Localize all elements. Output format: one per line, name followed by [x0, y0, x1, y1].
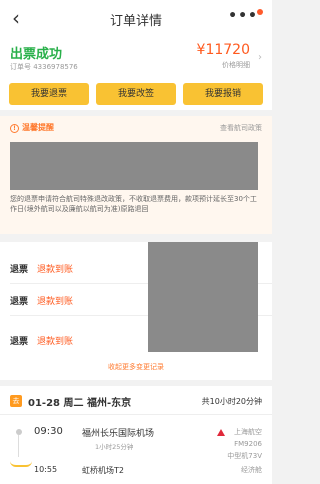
nav-bar: ‹ 订单详情 •••	[0, 0, 272, 38]
notification-dot	[257, 9, 263, 15]
arrival-time: 10:55	[34, 465, 58, 474]
notice-title: 温馨提醒	[22, 123, 54, 132]
refund-row-label: 退票	[10, 265, 29, 275]
notice-text: 您的退票申请符合航司特殊退改政策，不收取退票费用，款项预计延长至30个工作日(境…	[10, 195, 257, 213]
refund-row-label: 退票	[10, 337, 29, 347]
refund-row-status: 退款到账	[37, 337, 74, 347]
more-icon[interactable]: •••	[228, 8, 258, 24]
refund-row-status: 退款到账	[37, 265, 74, 275]
arrival-airport: 虹桥机场T2	[82, 466, 124, 475]
ticket-status: 出票成功	[10, 47, 63, 62]
flight-route: 01-28 周二 福州-东京	[28, 398, 132, 409]
departure-time: 09:30	[34, 426, 63, 437]
aircraft-type: 中型机73V	[227, 452, 262, 460]
refund-button[interactable]: 我要退票	[9, 83, 89, 105]
airline-name: 上海航空	[234, 428, 262, 436]
refund-records: 退票 退款到账 退票 退款到账 退票 退款到账 收起更多变更记录	[0, 242, 272, 380]
plane-icon	[10, 461, 32, 467]
notice-card: ! 温馨提醒 查看航司政策 您的退票申请符合航司特殊退改政策，不收取退票费用，款…	[0, 116, 272, 234]
flight-duration: 共10小时20分钟	[201, 397, 262, 406]
flight-number: FM9206	[234, 440, 262, 448]
chevron-right-icon[interactable]: ›	[258, 52, 262, 63]
divider	[0, 414, 272, 415]
refund-row-label: 退票	[10, 297, 29, 307]
refund-row-status: 退款到账	[37, 297, 74, 307]
collapse-records-link[interactable]: 收起更多变更记录	[0, 362, 272, 372]
departure-dot-icon	[16, 429, 22, 435]
price-detail-link[interactable]: 价格明细	[222, 60, 250, 70]
flight-segment-duration: 1小时25分钟	[95, 443, 134, 451]
status-card: 出票成功 订单号 4336978576 ¥11720 价格明细 › 我要退票 我…	[0, 38, 272, 110]
airline-logo-icon	[217, 429, 225, 436]
cabin-class: 经济舱	[241, 466, 262, 474]
outbound-badge: 去	[10, 395, 22, 407]
total-price[interactable]: ¥11720	[197, 42, 250, 58]
departure-airport: 福州长乐国际机场	[82, 429, 155, 439]
redacted-image	[10, 142, 258, 190]
order-number: 订单号 4336978576	[10, 63, 78, 71]
flight-card: 去 01-28 周二 福州-东京 共10小时20分钟 09:30 福州长乐国际机…	[0, 386, 272, 484]
timeline	[18, 435, 19, 457]
redacted-image	[148, 242, 258, 352]
airline-policy-link[interactable]: 查看航司政策	[220, 123, 262, 133]
change-button[interactable]: 我要改签	[96, 83, 176, 105]
reimburse-button[interactable]: 我要报销	[183, 83, 263, 105]
info-icon: !	[10, 124, 19, 133]
